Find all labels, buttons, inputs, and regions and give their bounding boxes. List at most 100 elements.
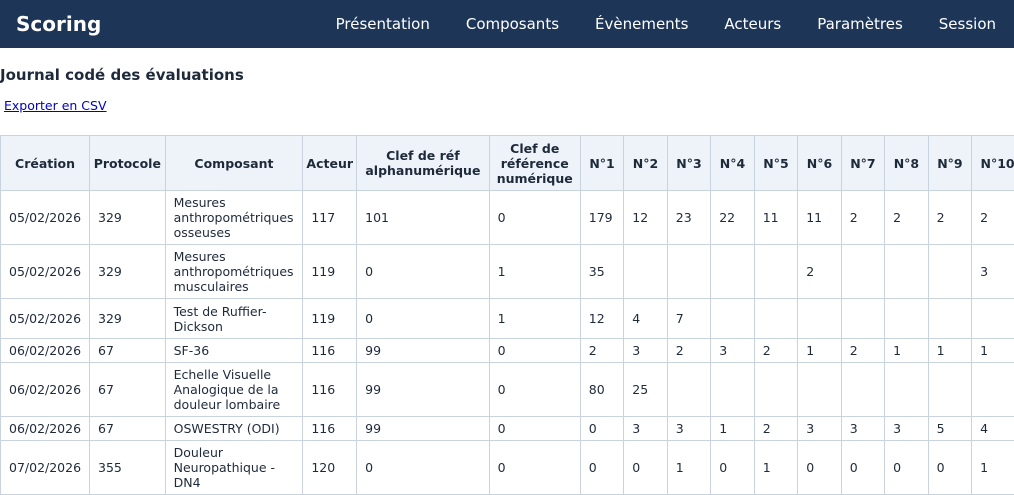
table-cell [972, 299, 1014, 339]
table-cell [928, 299, 971, 339]
table-cell: 99 [357, 417, 490, 441]
nav-acteurs[interactable]: Acteurs [724, 15, 781, 33]
table-cell [667, 245, 710, 299]
table-cell [798, 363, 841, 417]
table-cell: 3 [624, 339, 667, 363]
export-csv-link[interactable]: Exporter en CSV [4, 98, 107, 113]
page-title: Journal codé des évaluations [0, 66, 1014, 84]
table-cell: 67 [90, 363, 166, 417]
table-cell: 120 [303, 441, 357, 495]
table-cell: 119 [303, 299, 357, 339]
table-cell: 329 [90, 245, 166, 299]
table-cell: 06/02/2026 [1, 417, 90, 441]
table-row[interactable]: 06/02/202667SF-361169902323212111 [1, 339, 1014, 363]
table-cell: 355 [90, 441, 166, 495]
column-header: Clef de réf alphanumérique [357, 136, 490, 191]
table-cell: 06/02/2026 [1, 363, 90, 417]
table-cell: 4 [624, 299, 667, 339]
table-cell: 0 [357, 299, 490, 339]
table-cell: 67 [90, 417, 166, 441]
table-cell [885, 245, 928, 299]
table-cell: Douleur Neuropathique - DN4 [165, 441, 303, 495]
table-cell: 23 [667, 191, 710, 245]
table-row[interactable]: 05/02/2026329Test de Ruffier-Dickson1190… [1, 299, 1014, 339]
table-cell: 05/02/2026 [1, 299, 90, 339]
column-header: Acteur [303, 136, 357, 191]
table-cell: 1 [928, 339, 971, 363]
table-cell: 0 [489, 339, 580, 363]
table-cell: 329 [90, 191, 166, 245]
table-cell [841, 299, 884, 339]
table-cell: 116 [303, 339, 357, 363]
evaluations-table: CréationProtocoleComposantActeurClef de … [0, 135, 1014, 495]
table-cell [711, 363, 754, 417]
table-cell: 0 [489, 441, 580, 495]
table-row[interactable]: 07/02/2026355Douleur Neuropathique - DN4… [1, 441, 1014, 495]
column-header: N°8 [885, 136, 928, 191]
table-cell: 3 [667, 417, 710, 441]
table-cell: 0 [580, 441, 623, 495]
table-cell: 2 [754, 339, 797, 363]
table-cell: 0 [357, 441, 490, 495]
table-row[interactable]: 06/02/202667OSWESTRY (ODI)11699003312333… [1, 417, 1014, 441]
table-cell: 12 [580, 299, 623, 339]
table-cell [885, 299, 928, 339]
table-cell: 0 [885, 441, 928, 495]
nav-parametres[interactable]: Paramètres [817, 15, 903, 33]
table-cell [798, 299, 841, 339]
table-cell: 1 [972, 441, 1014, 495]
column-header: N°10 [972, 136, 1014, 191]
table-cell: 06/02/2026 [1, 339, 90, 363]
table-cell: 7 [667, 299, 710, 339]
nav-presentation[interactable]: Présentation [336, 15, 430, 33]
table-cell: 0 [489, 417, 580, 441]
table-cell: 1 [489, 299, 580, 339]
table-cell: 2 [972, 191, 1014, 245]
table-cell: 1 [885, 339, 928, 363]
brand-logo[interactable]: Scoring [0, 12, 101, 36]
column-header: Composant [165, 136, 303, 191]
column-header: N°6 [798, 136, 841, 191]
table-cell: 3 [711, 339, 754, 363]
table-cell [624, 245, 667, 299]
table-cell: 22 [711, 191, 754, 245]
nav-evenements[interactable]: Évènements [595, 15, 688, 33]
column-header: Clef de référence numérique [489, 136, 580, 191]
table-cell [841, 363, 884, 417]
table-cell: Mesures anthropométriques musculaires [165, 245, 303, 299]
table-cell [928, 245, 971, 299]
table-cell: 116 [303, 363, 357, 417]
table-cell: 1 [489, 245, 580, 299]
table-row[interactable]: 05/02/2026329Mesures anthropométriques m… [1, 245, 1014, 299]
table-cell: 2 [798, 245, 841, 299]
table-cell: 0 [928, 441, 971, 495]
table-header-row: CréationProtocoleComposantActeurClef de … [1, 136, 1014, 191]
table-cell: 4 [972, 417, 1014, 441]
table-cell: 2 [754, 417, 797, 441]
table-cell: SF-36 [165, 339, 303, 363]
table-cell [667, 363, 710, 417]
table-cell: 35 [580, 245, 623, 299]
table-cell: 3 [885, 417, 928, 441]
table-cell: 67 [90, 339, 166, 363]
table-cell [885, 363, 928, 417]
table-cell: 0 [841, 441, 884, 495]
main-nav: Présentation Composants Évènements Acteu… [336, 0, 1014, 48]
nav-composants[interactable]: Composants [466, 15, 559, 33]
table-cell: 1 [972, 339, 1014, 363]
table-cell: 101 [357, 191, 490, 245]
nav-session[interactable]: Session [939, 15, 996, 33]
table-cell: 117 [303, 191, 357, 245]
table-cell [754, 245, 797, 299]
table-cell: 3 [841, 417, 884, 441]
table-row[interactable]: 06/02/202667Echelle Visuelle Analogique … [1, 363, 1014, 417]
table-cell: 05/02/2026 [1, 191, 90, 245]
table-cell: 2 [841, 339, 884, 363]
table-cell: 1 [798, 339, 841, 363]
table-cell: 116 [303, 417, 357, 441]
column-header: N°5 [754, 136, 797, 191]
table-cell: 0 [489, 191, 580, 245]
table-row[interactable]: 05/02/2026329Mesures anthropométriques o… [1, 191, 1014, 245]
table-cell [754, 299, 797, 339]
table-cell [754, 363, 797, 417]
